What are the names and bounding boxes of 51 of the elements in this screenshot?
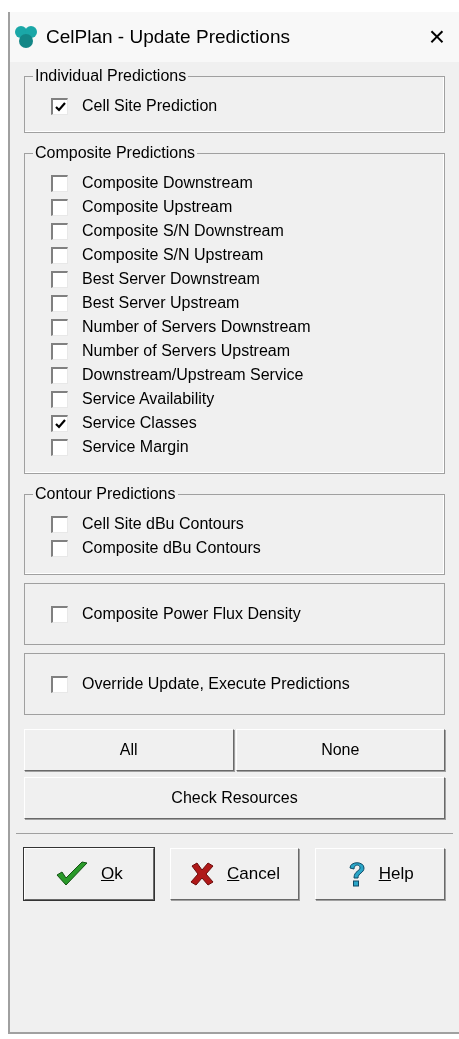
app-logo-icon	[14, 25, 38, 49]
checkbox-label: Composite Upstream	[82, 197, 233, 217]
question-mark-icon	[346, 860, 367, 888]
select-button[interactable]: All	[24, 729, 234, 771]
window-title: CelPlan - Update Predictions	[46, 24, 291, 49]
checkbox[interactable]	[51, 390, 68, 408]
checkbox[interactable]	[51, 515, 68, 533]
checkbox[interactable]	[51, 270, 68, 288]
close-button[interactable]: ×	[424, 23, 449, 51]
checkbox-label: Service Classes	[82, 413, 197, 433]
checkbox-label: Best Server Upstream	[82, 293, 240, 313]
checkbox-label: Composite S/N Downstream	[82, 221, 284, 241]
checkbox-label: Composite Power Flux Density	[82, 604, 301, 624]
checkbox-label: Downstream/Upstream Service	[82, 365, 304, 385]
checkbox[interactable]	[51, 246, 68, 264]
checkmark-icon	[54, 860, 89, 888]
group-title: Composite Predictions	[34, 143, 197, 163]
checkmark-icon	[54, 418, 66, 429]
checkbox-label: Composite dBu Contours	[82, 538, 261, 558]
checkbox[interactable]	[51, 198, 68, 216]
dialog-button[interactable]: Cancel	[169, 848, 300, 900]
checkbox[interactable]	[51, 222, 68, 240]
check-resources-button[interactable]: Check Resources	[24, 777, 445, 819]
checkbox-label: Composite Downstream	[82, 173, 253, 193]
cross-icon	[189, 861, 216, 887]
checkbox-label: Number of Servers Downstream	[82, 317, 311, 337]
checkbox[interactable]	[51, 318, 68, 336]
checkbox-label: Cell Site Prediction	[82, 96, 218, 116]
checkbox[interactable]	[51, 414, 68, 432]
dialog-button[interactable]: Help	[315, 848, 445, 900]
checkbox-label: Best Server Downstream	[82, 269, 260, 289]
checkmark-icon	[54, 101, 66, 112]
checkbox[interactable]	[51, 174, 68, 192]
checkbox-label: Service Availability	[82, 389, 215, 409]
select-button[interactable]: None	[235, 729, 445, 771]
checkbox[interactable]	[51, 539, 68, 557]
checkbox-label: Number of Servers Upstream	[82, 341, 291, 361]
checkbox[interactable]	[51, 97, 68, 115]
checkbox[interactable]	[51, 438, 68, 456]
checkbox-label: Override Update, Execute Predictions	[82, 674, 350, 694]
checkbox-label: Composite S/N Upstream	[82, 245, 264, 265]
group-title: Individual Predictions	[34, 66, 188, 86]
checkbox[interactable]	[51, 342, 68, 360]
checkbox-label: Service Margin	[82, 437, 189, 457]
checkbox-label: Cell Site dBu Contours	[82, 514, 244, 534]
group-title: Contour Predictions	[34, 484, 177, 504]
checkbox[interactable]	[51, 675, 68, 693]
dialog-button[interactable]: Ok	[24, 848, 154, 900]
checkbox[interactable]	[51, 294, 68, 312]
checkbox[interactable]	[51, 605, 68, 623]
checkbox[interactable]	[51, 366, 68, 384]
